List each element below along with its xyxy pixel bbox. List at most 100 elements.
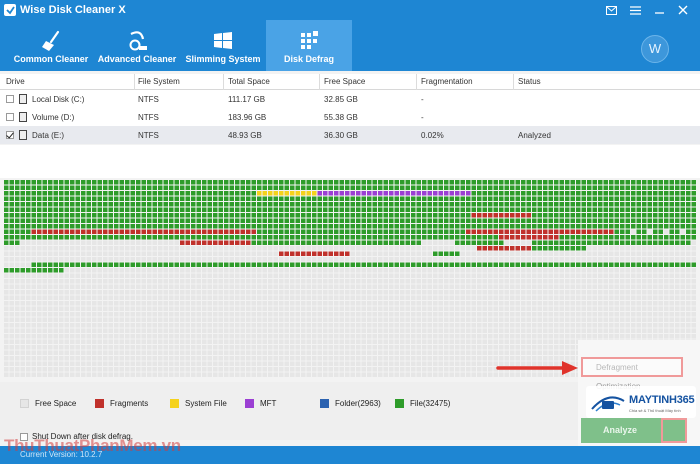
- tab-disk-defrag[interactable]: Disk Defrag: [266, 20, 352, 71]
- cluster-block: [86, 246, 91, 251]
- cluster-block: [592, 191, 597, 196]
- cluster-block: [466, 213, 471, 218]
- column-header-total-space[interactable]: Total Space: [228, 77, 270, 86]
- cluster-block: [92, 218, 97, 223]
- cluster-block: [147, 268, 152, 273]
- cluster-block: [163, 229, 168, 234]
- cluster-block: [213, 306, 218, 311]
- cluster-block: [163, 207, 168, 212]
- cluster-block: [235, 279, 240, 284]
- cluster-block: [460, 279, 465, 284]
- cluster-block: [455, 213, 460, 218]
- table-row[interactable]: Local Disk (C:) NTFS 111.17 GB 32.85 GB …: [0, 90, 700, 108]
- cluster-block: [114, 301, 119, 306]
- close-button[interactable]: [672, 2, 694, 18]
- cluster-block: [548, 273, 553, 278]
- cluster-block: [471, 284, 476, 289]
- cluster-block: [433, 372, 438, 377]
- cluster-block: [389, 334, 394, 339]
- cluster-block: [625, 301, 630, 306]
- cluster-block: [405, 180, 410, 185]
- cluster-block: [609, 207, 614, 212]
- defragment-button[interactable]: Defragment: [581, 357, 683, 377]
- cluster-block: [449, 356, 454, 361]
- cluster-block: [383, 229, 388, 234]
- cluster-block: [691, 240, 696, 245]
- cluster-block: [262, 290, 267, 295]
- column-header-drive[interactable]: Drive: [6, 77, 25, 86]
- cluster-block: [603, 224, 608, 229]
- cluster-block: [169, 262, 174, 267]
- cluster-block: [686, 185, 691, 190]
- cluster-block: [620, 218, 625, 223]
- cluster-block: [246, 312, 251, 317]
- cluster-block: [625, 196, 630, 201]
- column-header-status[interactable]: Status: [518, 77, 541, 86]
- cluster-block: [26, 350, 31, 355]
- menu-button[interactable]: [624, 2, 646, 18]
- column-header-fragmentation[interactable]: Fragmentation: [421, 77, 473, 86]
- cluster-block: [350, 213, 355, 218]
- cluster-block: [460, 262, 465, 267]
- cluster-block: [433, 306, 438, 311]
- cluster-block: [328, 246, 333, 251]
- cluster-block: [48, 290, 53, 295]
- cluster-block: [147, 323, 152, 328]
- cluster-block: [169, 367, 174, 372]
- cluster-block: [180, 361, 185, 366]
- analyze-dropdown-button[interactable]: [661, 418, 687, 443]
- cluster-block: [471, 257, 476, 262]
- cluster-block: [664, 180, 669, 185]
- status: Analyzed: [518, 131, 551, 140]
- minimize-button[interactable]: [648, 2, 670, 18]
- drive-checkbox[interactable]: [6, 95, 14, 103]
- cluster-block: [169, 191, 174, 196]
- cluster-block: [141, 367, 146, 372]
- table-row[interactable]: Data (E:) NTFS 48.93 GB 36.30 GB 0.02% A…: [0, 126, 700, 144]
- cluster-block: [548, 279, 553, 284]
- column-header-free-space[interactable]: Free Space: [324, 77, 365, 86]
- cluster-block: [482, 323, 487, 328]
- drive-checkbox[interactable]: [6, 131, 14, 139]
- cluster-block: [422, 246, 427, 251]
- cluster-block: [273, 257, 278, 262]
- cluster-block: [268, 350, 273, 355]
- cluster-block: [532, 334, 537, 339]
- cluster-block: [647, 284, 652, 289]
- cluster-block: [647, 218, 652, 223]
- cluster-block: [295, 213, 300, 218]
- tab-advanced-cleaner[interactable]: Advanced Cleaner: [94, 20, 180, 71]
- cluster-block: [361, 361, 366, 366]
- tab-common-cleaner[interactable]: Common Cleaner: [8, 20, 94, 71]
- cluster-block: [455, 328, 460, 333]
- cluster-block: [26, 246, 31, 251]
- column-header-file-system[interactable]: File System: [138, 77, 180, 86]
- cluster-block: [609, 268, 614, 273]
- cluster-block: [136, 246, 141, 251]
- cluster-block: [295, 251, 300, 256]
- cluster-block: [433, 339, 438, 344]
- cluster-block: [42, 339, 47, 344]
- cluster-block: [449, 339, 454, 344]
- cluster-block: [229, 328, 234, 333]
- cluster-block: [196, 273, 201, 278]
- cluster-block: [202, 196, 207, 201]
- cluster-block: [180, 345, 185, 350]
- cluster-block: [350, 339, 355, 344]
- cluster-block: [394, 301, 399, 306]
- drive-checkbox[interactable]: [6, 113, 14, 121]
- tab-slimming-system[interactable]: Slimming System: [180, 20, 266, 71]
- cluster-block: [686, 284, 691, 289]
- table-row[interactable]: Volume (D:) NTFS 183.96 GB 55.38 GB -: [0, 108, 700, 126]
- cluster-block: [152, 284, 157, 289]
- cluster-block: [460, 235, 465, 240]
- cluster-block: [598, 279, 603, 284]
- cluster-block: [290, 268, 295, 273]
- cluster-block: [422, 284, 427, 289]
- account-avatar[interactable]: W: [641, 35, 669, 63]
- cluster-block: [257, 350, 262, 355]
- cluster-block: [554, 251, 559, 256]
- cluster-block: [317, 306, 322, 311]
- feedback-button[interactable]: [600, 2, 622, 18]
- cluster-block: [262, 191, 267, 196]
